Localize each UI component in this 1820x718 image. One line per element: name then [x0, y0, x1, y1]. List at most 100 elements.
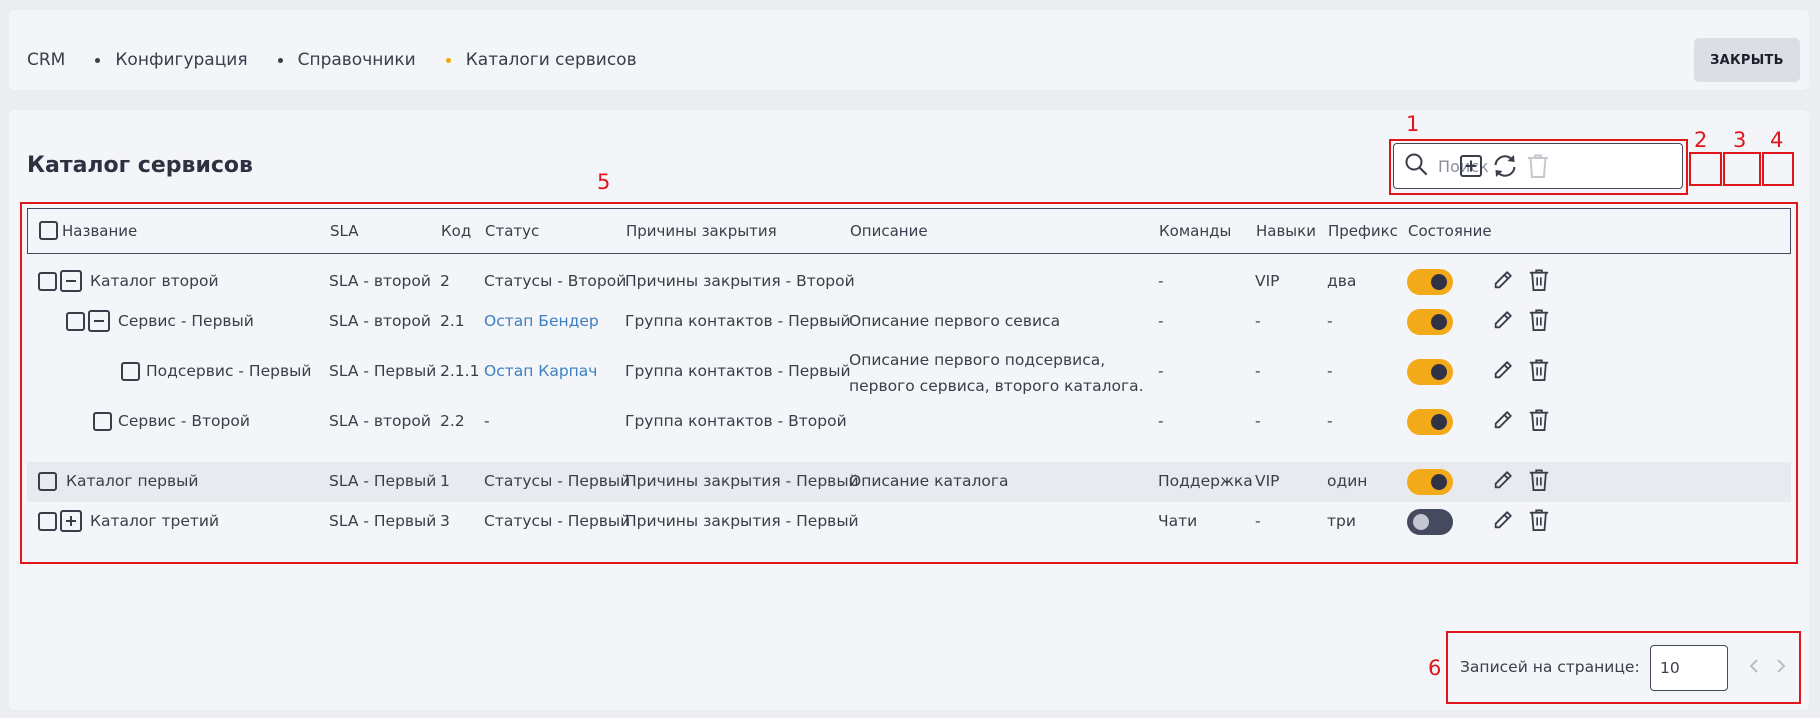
prev-page-button[interactable] [1746, 658, 1762, 678]
refresh-button[interactable] [1491, 154, 1519, 182]
toggle-knob [1431, 274, 1447, 290]
row-code: 1 [440, 472, 450, 490]
chevron-right-icon [1776, 658, 1786, 678]
delete-selected-button[interactable] [1524, 154, 1552, 182]
row-status: Статусы - Второй [484, 272, 627, 290]
row-skills: - [1255, 412, 1261, 430]
row-prefix: три [1327, 512, 1356, 530]
delete-row-button[interactable] [1527, 359, 1551, 384]
column-header[interactable]: Код [441, 222, 471, 240]
delete-row-button[interactable] [1527, 509, 1551, 534]
row-sla: SLA - второй [329, 312, 431, 330]
row-status: Статусы - Первый [484, 512, 631, 530]
state-toggle[interactable] [1407, 509, 1453, 535]
delete-row-button[interactable] [1527, 468, 1551, 496]
collapse-toggle[interactable] [88, 310, 110, 332]
state-toggle[interactable] [1407, 409, 1453, 435]
table-row[interactable]: Каталог второй SLA - второй 2 Статусы - … [27, 262, 1791, 302]
row-status-link[interactable]: Остап Карпач [484, 362, 597, 380]
state-toggle[interactable] [1407, 469, 1453, 495]
column-header[interactable]: SLA [330, 222, 358, 240]
table-row[interactable]: Сервис - Второй SLA - второй 2.2 - Групп… [27, 402, 1791, 442]
edit-button[interactable] [1491, 270, 1515, 294]
page-title: Каталог сервисов [27, 153, 253, 178]
edit-icon [1492, 309, 1514, 335]
row-checkbox[interactable] [38, 472, 57, 491]
add-button[interactable] [1457, 154, 1485, 182]
row-name: Каталог первый [66, 472, 199, 490]
edit-button[interactable] [1491, 510, 1515, 534]
row-reasons: Группа контактов - Первый [625, 362, 851, 380]
row-skills: - [1255, 512, 1261, 530]
plus-icon [65, 512, 77, 531]
column-header[interactable]: Статус [485, 222, 539, 240]
breadcrumb-item-crm[interactable]: CRM [27, 50, 65, 70]
edit-button[interactable] [1491, 310, 1515, 334]
state-toggle[interactable] [1407, 359, 1453, 385]
row-prefix: один [1327, 472, 1368, 490]
row-status: - [484, 412, 490, 430]
edit-icon [1492, 509, 1514, 535]
edit-button[interactable] [1491, 360, 1515, 384]
catalog-panel: Каталог сервисов Название SLA Код Статус… [9, 110, 1809, 710]
state-toggle[interactable] [1407, 269, 1453, 295]
next-page-button[interactable] [1773, 658, 1789, 678]
table-row[interactable]: Подсервис - Первый SLA - Первый 2.1.1 Ос… [27, 342, 1791, 402]
annotation-number: 2 [1694, 128, 1708, 152]
column-header[interactable]: Навыки [1256, 222, 1316, 240]
row-code: 2.1 [440, 312, 465, 330]
refresh-icon [1491, 152, 1519, 184]
row-code: 2.2 [440, 412, 465, 430]
edit-button[interactable] [1491, 410, 1515, 434]
delete-row-button[interactable] [1527, 308, 1551, 336]
trash-icon [1528, 268, 1550, 296]
column-header[interactable]: Состояние [1408, 222, 1492, 240]
annotation-number: 3 [1733, 128, 1747, 152]
breadcrumb-item-configuration[interactable]: Конфигурация [115, 50, 247, 70]
minus-icon [65, 272, 77, 291]
row-checkbox[interactable] [38, 272, 57, 291]
row-checkbox[interactable] [38, 512, 57, 531]
breadcrumb-item-references[interactable]: Справочники [298, 50, 416, 70]
toggle-knob [1431, 314, 1447, 330]
edit-button[interactable] [1491, 470, 1515, 494]
column-header[interactable]: Команды [1159, 222, 1231, 240]
row-description: Описание каталога [849, 472, 1009, 490]
row-skills: VIP [1255, 472, 1280, 490]
delete-row-button[interactable] [1527, 409, 1551, 434]
rows-per-page-label: Записей на странице: [1460, 658, 1640, 676]
row-checkbox[interactable] [93, 412, 112, 431]
row-status: Статусы - Первый [484, 472, 631, 490]
table-row[interactable]: Каталог первый SLA - Первый 1 Статусы - … [27, 462, 1791, 502]
row-sla: SLA - Первый [329, 472, 437, 490]
state-toggle[interactable] [1407, 309, 1453, 335]
row-reasons: Причины закрытия - Второй [625, 272, 855, 290]
row-prefix: - [1327, 362, 1333, 380]
breadcrumb-label: CRM [27, 50, 66, 70]
trash-icon [1528, 468, 1550, 496]
breadcrumb-separator [95, 57, 101, 63]
trash-icon [1528, 308, 1550, 336]
row-checkbox[interactable] [66, 312, 85, 331]
row-code: 2.1.1 [440, 362, 480, 380]
delete-row-button[interactable] [1527, 268, 1551, 296]
column-header[interactable]: Префикс [1328, 222, 1398, 240]
row-skills: - [1255, 312, 1261, 330]
breadcrumb-separator [277, 57, 283, 63]
column-header[interactable]: Причины закрытия [626, 222, 777, 240]
row-checkbox[interactable] [121, 362, 140, 381]
row-status-link[interactable]: Остап Бендер [484, 312, 599, 330]
table-row[interactable]: Каталог третий SLA - Первый 3 Статусы - … [27, 502, 1791, 542]
column-header[interactable]: Название [62, 222, 137, 240]
close-button[interactable]: ЗАКРЫТЬ [1694, 38, 1800, 82]
table-row[interactable]: Сервис - Первый SLA - второй 2.1 Остап Б… [27, 302, 1791, 342]
expand-toggle[interactable] [60, 510, 82, 532]
breadcrumb-label: Справочники [297, 50, 416, 70]
column-header[interactable]: Описание [850, 222, 928, 240]
rows-per-page-input[interactable] [1650, 645, 1728, 691]
row-sla: SLA - Первый [329, 512, 437, 530]
row-name: Сервис - Первый [118, 312, 254, 330]
collapse-toggle[interactable] [60, 270, 82, 292]
annotation-number: 4 [1770, 128, 1784, 152]
select-all-checkbox[interactable] [39, 221, 58, 240]
